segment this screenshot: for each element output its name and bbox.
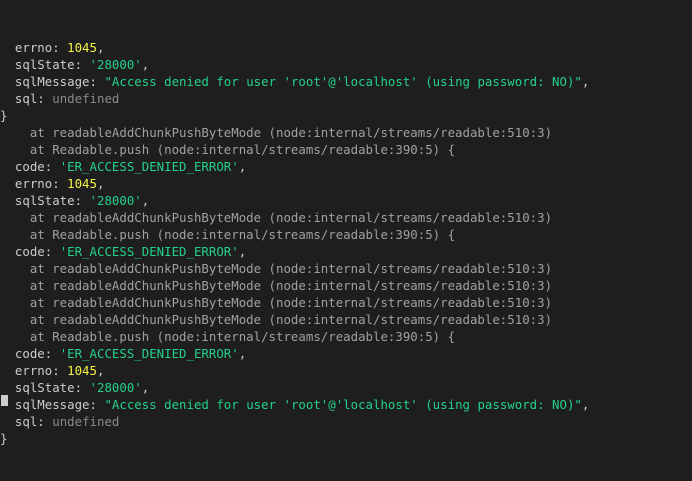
terminal-line: at readableAddChunkPushByteMode (node:in… <box>0 209 692 226</box>
token-key: } <box>0 431 8 446</box>
token-key: , <box>581 74 590 89</box>
terminal-cursor <box>1 395 8 406</box>
token-trace: at Readable.push (node:internal/streams/… <box>29 142 456 157</box>
terminal-line: sqlMessage: "Access denied for user 'roo… <box>0 73 692 90</box>
terminal-line: sqlMessage: "Access denied for user 'roo… <box>0 396 692 413</box>
terminal-line: at readableAddChunkPushByteMode (node:in… <box>0 124 692 141</box>
token-key: code: <box>14 244 60 259</box>
terminal-line: errno: 1045, <box>0 39 692 56</box>
token-num: 1045 <box>67 40 97 55</box>
token-key: sqlState: <box>14 57 90 72</box>
token-key: code: <box>14 346 60 361</box>
token-key: sqlState: <box>14 193 90 208</box>
token-key: sql: <box>14 91 53 106</box>
token-str: '28000' <box>89 193 142 208</box>
token-und: undefined <box>52 414 120 429</box>
token-key: , <box>141 57 150 72</box>
token-str: "Access denied for user 'root'@'localhos… <box>104 397 582 412</box>
terminal-line: at Readable.push (node:internal/streams/… <box>0 328 692 345</box>
token-key: , <box>96 176 105 191</box>
token-str: 'ER_ACCESS_DENIED_ERROR' <box>59 346 239 361</box>
token-key: , <box>238 159 247 174</box>
terminal-line: at Readable.push (node:internal/streams/… <box>0 141 692 158</box>
terminal-line: sqlState: '28000', <box>0 379 692 396</box>
token-num: 1045 <box>67 363 97 378</box>
token-trace: at readableAddChunkPushByteMode (node:in… <box>29 295 553 310</box>
token-str: '28000' <box>89 57 142 72</box>
token-trace: at readableAddChunkPushByteMode (node:in… <box>29 261 553 276</box>
token-key: errno: <box>14 363 68 378</box>
terminal-line: code: 'ER_ACCESS_DENIED_ERROR', <box>0 243 692 260</box>
terminal-line: sql: undefined <box>0 413 692 430</box>
token-key: sql: <box>14 414 53 429</box>
terminal-line: code: 'ER_ACCESS_DENIED_ERROR', <box>0 345 692 362</box>
terminal-lines: errno: 1045, sqlState: '28000', sqlMessa… <box>0 39 692 447</box>
terminal-line: at Readable.push (node:internal/streams/… <box>0 226 692 243</box>
token-trace: at readableAddChunkPushByteMode (node:in… <box>29 312 553 327</box>
token-key: , <box>141 193 150 208</box>
token-key: , <box>238 244 247 259</box>
token-key: } <box>0 108 8 123</box>
token-key: errno: <box>14 176 68 191</box>
token-key: , <box>141 380 150 395</box>
token-str: 'ER_ACCESS_DENIED_ERROR' <box>59 159 239 174</box>
terminal-line: at readableAddChunkPushByteMode (node:in… <box>0 277 692 294</box>
token-trace: at Readable.push (node:internal/streams/… <box>29 329 456 344</box>
token-key: sqlMessage: <box>14 397 105 412</box>
token-trace: at Readable.push (node:internal/streams/… <box>29 227 456 242</box>
token-key: errno: <box>14 40 68 55</box>
terminal-line: at readableAddChunkPushByteMode (node:in… <box>0 294 692 311</box>
token-key: , <box>581 397 590 412</box>
terminal-line: } <box>0 107 692 124</box>
token-key: sqlState: <box>14 380 90 395</box>
token-str: '28000' <box>89 380 142 395</box>
token-key: sqlMessage: <box>14 74 105 89</box>
terminal-line: sql: undefined <box>0 90 692 107</box>
token-key: , <box>96 40 105 55</box>
terminal-line: } <box>0 430 692 447</box>
terminal-line: sqlState: '28000', <box>0 56 692 73</box>
token-num: 1045 <box>67 176 97 191</box>
terminal-line: at readableAddChunkPushByteMode (node:in… <box>0 260 692 277</box>
terminal-line: errno: 1045, <box>0 362 692 379</box>
token-key: , <box>96 363 105 378</box>
token-str: "Access denied for user 'root'@'localhos… <box>104 74 582 89</box>
token-str: 'ER_ACCESS_DENIED_ERROR' <box>59 244 239 259</box>
token-key: code: <box>14 159 60 174</box>
terminal-output[interactable]: errno: 1045, sqlState: '28000', sqlMessa… <box>0 0 692 446</box>
terminal-line: errno: 1045, <box>0 175 692 192</box>
terminal-line: sqlState: '28000', <box>0 192 692 209</box>
token-trace: at readableAddChunkPushByteMode (node:in… <box>29 125 553 140</box>
token-trace: at readableAddChunkPushByteMode (node:in… <box>29 278 553 293</box>
token-trace: at readableAddChunkPushByteMode (node:in… <box>29 210 553 225</box>
token-key: , <box>238 346 247 361</box>
terminal-line: at readableAddChunkPushByteMode (node:in… <box>0 311 692 328</box>
token-und: undefined <box>52 91 120 106</box>
terminal-line: code: 'ER_ACCESS_DENIED_ERROR', <box>0 158 692 175</box>
